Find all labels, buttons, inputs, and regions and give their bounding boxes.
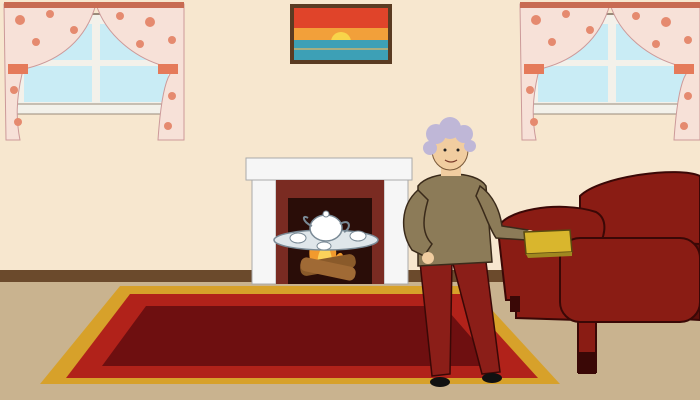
book-icon[interactable]: [523, 229, 573, 258]
living-room-scene: [0, 0, 700, 400]
painting[interactable]: [290, 4, 392, 64]
painting-sky-top: [294, 8, 388, 28]
scene-canvas: [0, 0, 700, 400]
